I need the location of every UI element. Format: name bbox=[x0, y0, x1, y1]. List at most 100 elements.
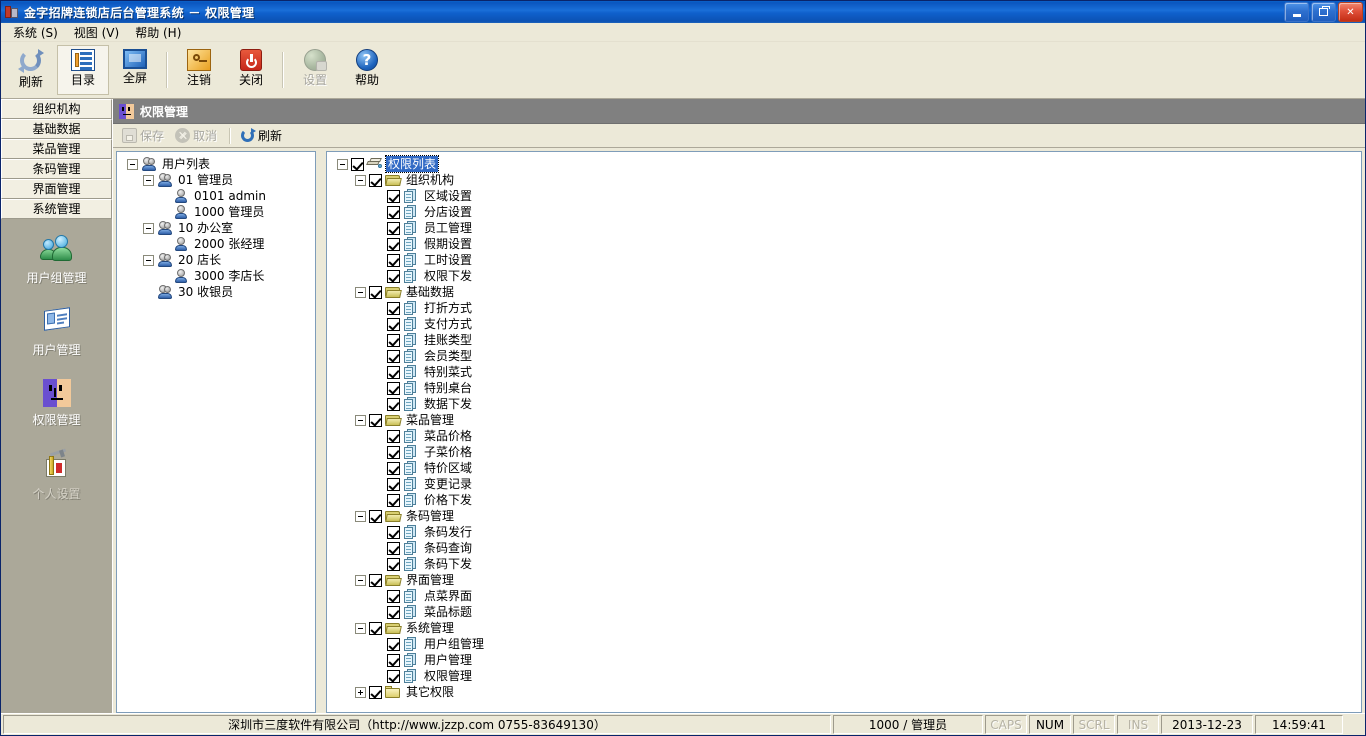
tree-node-permission-item[interactable]: 特别桌台 bbox=[333, 380, 1359, 396]
refresh-button[interactable]: 刷新 bbox=[236, 124, 289, 147]
checkbox[interactable] bbox=[387, 317, 400, 331]
checkbox[interactable] bbox=[387, 557, 400, 571]
checkbox[interactable] bbox=[369, 573, 382, 587]
checkbox[interactable] bbox=[387, 381, 400, 395]
pane-splitter[interactable] bbox=[316, 151, 326, 713]
tree-node-user[interactable]: 3000 李店长 bbox=[123, 268, 313, 284]
sidebar-item-system-management[interactable]: 系统管理 bbox=[1, 199, 112, 219]
tree-node-permission-item[interactable]: 特别菜式 bbox=[333, 364, 1359, 380]
tree-node-permission-item[interactable]: 条码发行 bbox=[333, 524, 1359, 540]
resize-grip[interactable] bbox=[1345, 715, 1363, 734]
expander-minus-icon[interactable] bbox=[127, 158, 138, 170]
permission-tree-panel[interactable]: 权限列表 组织机构 区域设置 分店设置 员工管理 假期设置 工时设置 权限下发 … bbox=[326, 151, 1362, 713]
expander-minus-icon[interactable] bbox=[355, 414, 366, 426]
tree-node-permission-item[interactable]: 条码下发 bbox=[333, 556, 1359, 572]
expander-minus-icon[interactable] bbox=[355, 622, 366, 634]
tree-node-permission-item[interactable]: 工时设置 bbox=[333, 252, 1359, 268]
checkbox[interactable] bbox=[369, 173, 382, 187]
toolbar-logout-button[interactable]: 注销 bbox=[173, 45, 225, 95]
tree-node-permission-item[interactable]: 会员类型 bbox=[333, 348, 1359, 364]
checkbox[interactable] bbox=[387, 189, 400, 203]
tree-node-user-group[interactable]: 20 店长 bbox=[123, 252, 313, 268]
sidebar-item-ui-management[interactable]: 界面管理 bbox=[1, 179, 112, 199]
checkbox[interactable] bbox=[387, 301, 400, 315]
checkbox[interactable] bbox=[369, 413, 382, 427]
checkbox[interactable] bbox=[387, 605, 400, 619]
checkbox[interactable] bbox=[387, 221, 400, 235]
sidebar-item-basic-data[interactable]: 基础数据 bbox=[1, 119, 112, 139]
tree-node-permission-item[interactable]: 条码查询 bbox=[333, 540, 1359, 556]
checkbox[interactable] bbox=[387, 333, 400, 347]
sidebar-item-organization[interactable]: 组织机构 bbox=[1, 99, 112, 119]
toolbar-fullscreen-button[interactable]: 全屏 bbox=[109, 45, 161, 95]
tree-node-user[interactable]: 2000 张经理 bbox=[123, 236, 313, 252]
checkbox[interactable] bbox=[387, 541, 400, 555]
sidebar-shortcut-user[interactable]: 用户管理 bbox=[1, 299, 112, 371]
tree-node-user-root[interactable]: 用户列表 bbox=[123, 156, 313, 172]
sidebar-shortcut-personal-settings[interactable]: 个人设置 bbox=[1, 443, 112, 515]
toolbar-refresh-button[interactable]: 刷新 bbox=[5, 45, 57, 95]
tree-node-permission-item[interactable]: 用户组管理 bbox=[333, 636, 1359, 652]
checkbox[interactable] bbox=[387, 653, 400, 667]
expander-minus-icon[interactable] bbox=[355, 286, 366, 298]
checkbox[interactable] bbox=[387, 269, 400, 283]
checkbox[interactable] bbox=[387, 429, 400, 443]
tree-node-permission-item[interactable]: 用户管理 bbox=[333, 652, 1359, 668]
expander-plus-icon[interactable] bbox=[355, 686, 366, 698]
tree-node-permission-item[interactable]: 支付方式 bbox=[333, 316, 1359, 332]
checkbox[interactable] bbox=[387, 637, 400, 651]
tree-node-permission-item[interactable]: 分店设置 bbox=[333, 204, 1359, 220]
tree-node-permission-item[interactable]: 数据下发 bbox=[333, 396, 1359, 412]
tree-node-permission-item[interactable]: 区域设置 bbox=[333, 188, 1359, 204]
expander-minus-icon[interactable] bbox=[355, 574, 366, 586]
expander-minus-icon[interactable] bbox=[337, 158, 348, 170]
checkbox[interactable] bbox=[351, 157, 364, 171]
tree-node-permission-group[interactable]: 系统管理 bbox=[333, 620, 1359, 636]
sidebar-shortcut-permission[interactable]: 权限管理 bbox=[1, 371, 112, 443]
tree-node-permission-item[interactable]: 挂账类型 bbox=[333, 332, 1359, 348]
tree-node-permission-item[interactable]: 点菜界面 bbox=[333, 588, 1359, 604]
toolbar-close-button[interactable]: 关闭 bbox=[225, 45, 277, 95]
checkbox[interactable] bbox=[387, 349, 400, 363]
tree-node-permission-group[interactable]: 组织机构 bbox=[333, 172, 1359, 188]
sidebar-item-dish-management[interactable]: 菜品管理 bbox=[1, 139, 112, 159]
minimize-button[interactable] bbox=[1284, 2, 1309, 22]
checkbox[interactable] bbox=[387, 493, 400, 507]
tree-node-permission-group[interactable]: 基础数据 bbox=[333, 284, 1359, 300]
close-button[interactable]: ✕ bbox=[1338, 2, 1363, 22]
menu-help[interactable]: 帮助 (H) bbox=[127, 23, 189, 42]
tree-node-permission-group[interactable]: 界面管理 bbox=[333, 572, 1359, 588]
expander-minus-icon[interactable] bbox=[143, 174, 154, 186]
tree-node-permission-group[interactable]: 菜品管理 bbox=[333, 412, 1359, 428]
checkbox[interactable] bbox=[387, 445, 400, 459]
expander-minus-icon[interactable] bbox=[143, 222, 154, 234]
menu-system[interactable]: 系统 (S) bbox=[5, 23, 66, 42]
checkbox[interactable] bbox=[387, 477, 400, 491]
checkbox[interactable] bbox=[387, 461, 400, 475]
tree-node-permission-group[interactable]: 条码管理 bbox=[333, 508, 1359, 524]
user-tree-panel[interactable]: 用户列表 01 管理员 0101 admin 1000 管理员 10 办公室 2… bbox=[116, 151, 316, 713]
tree-node-permission-item[interactable]: 权限下发 bbox=[333, 268, 1359, 284]
checkbox[interactable] bbox=[369, 685, 382, 699]
expander-minus-icon[interactable] bbox=[355, 510, 366, 522]
checkbox[interactable] bbox=[387, 589, 400, 603]
tree-node-permission-item[interactable]: 特价区域 bbox=[333, 460, 1359, 476]
tree-node-permission-item[interactable]: 假期设置 bbox=[333, 236, 1359, 252]
tree-node-permission-item[interactable]: 菜品标题 bbox=[333, 604, 1359, 620]
menu-view[interactable]: 视图 (V) bbox=[66, 23, 127, 42]
checkbox[interactable] bbox=[387, 397, 400, 411]
tree-node-user-group[interactable]: 10 办公室 bbox=[123, 220, 313, 236]
tree-node-permission-item[interactable]: 变更记录 bbox=[333, 476, 1359, 492]
restore-button[interactable] bbox=[1311, 2, 1336, 22]
tree-node-permission-item[interactable]: 菜品价格 bbox=[333, 428, 1359, 444]
checkbox[interactable] bbox=[387, 237, 400, 251]
sidebar-shortcut-user-group[interactable]: 用户组管理 bbox=[1, 227, 112, 299]
tree-node-permission-item[interactable]: 打折方式 bbox=[333, 300, 1359, 316]
checkbox[interactable] bbox=[387, 669, 400, 683]
expander-minus-icon[interactable] bbox=[143, 254, 154, 266]
tree-node-permission-root[interactable]: 权限列表 bbox=[333, 155, 1359, 173]
toolbar-help-button[interactable]: ? 帮助 bbox=[341, 45, 393, 95]
checkbox[interactable] bbox=[387, 253, 400, 267]
tree-node-permission-item[interactable]: 价格下发 bbox=[333, 492, 1359, 508]
checkbox[interactable] bbox=[369, 621, 382, 635]
